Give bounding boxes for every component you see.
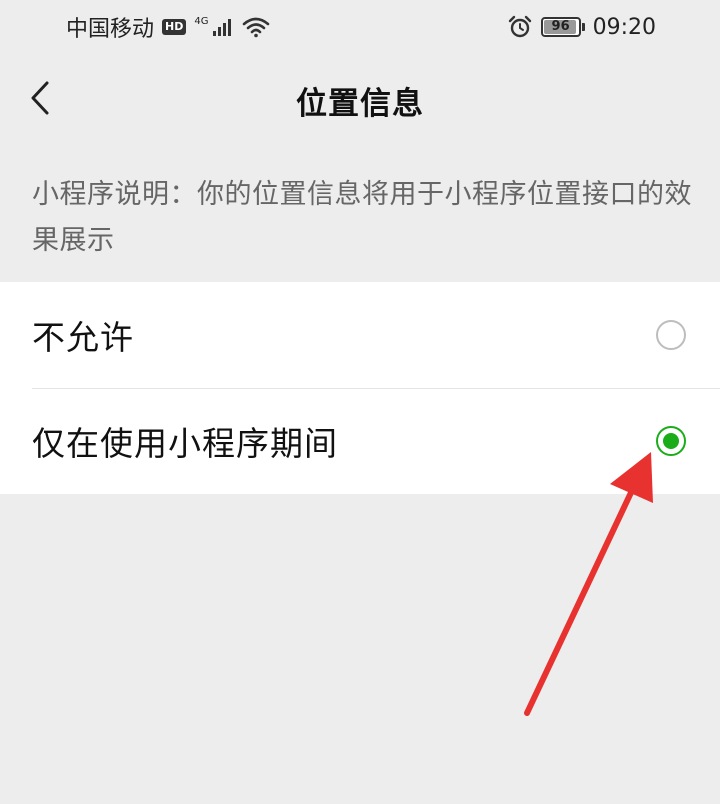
status-bar-left: 中国移动 HD 4G xyxy=(66,11,270,43)
wifi-icon xyxy=(243,17,270,38)
network-generation: 4G xyxy=(194,15,209,27)
page-title: 位置信息 xyxy=(296,86,424,122)
hd-badge: HD xyxy=(162,19,187,35)
option-label: 不允许 xyxy=(32,318,134,357)
mini-program-description: 小程序说明：你的位置信息将用于小程序位置接口的效果展示 xyxy=(32,179,692,256)
radio-checked-icon[interactable] xyxy=(656,426,686,456)
signal-icon xyxy=(213,19,232,36)
status-bar-right: 96 09:20 xyxy=(507,15,656,40)
nav-bar: 位置信息 xyxy=(0,54,720,142)
permission-options: 不允许 仅在使用小程序期间 xyxy=(0,282,720,494)
battery-icon: 96 xyxy=(540,17,585,37)
battery-level: 96 xyxy=(551,19,570,34)
option-while-using[interactable]: 仅在使用小程序期间 xyxy=(0,388,720,494)
alarm-icon xyxy=(508,15,531,38)
option-label: 仅在使用小程序期间 xyxy=(32,424,338,463)
radio-unchecked-icon[interactable] xyxy=(656,320,686,350)
option-deny[interactable]: 不允许 xyxy=(0,282,720,388)
carrier-name: 中国移动 xyxy=(66,17,155,42)
status-bar: 中国移动 HD 4G 96 09:20 xyxy=(0,0,720,54)
clock: 09:20 xyxy=(592,14,656,40)
